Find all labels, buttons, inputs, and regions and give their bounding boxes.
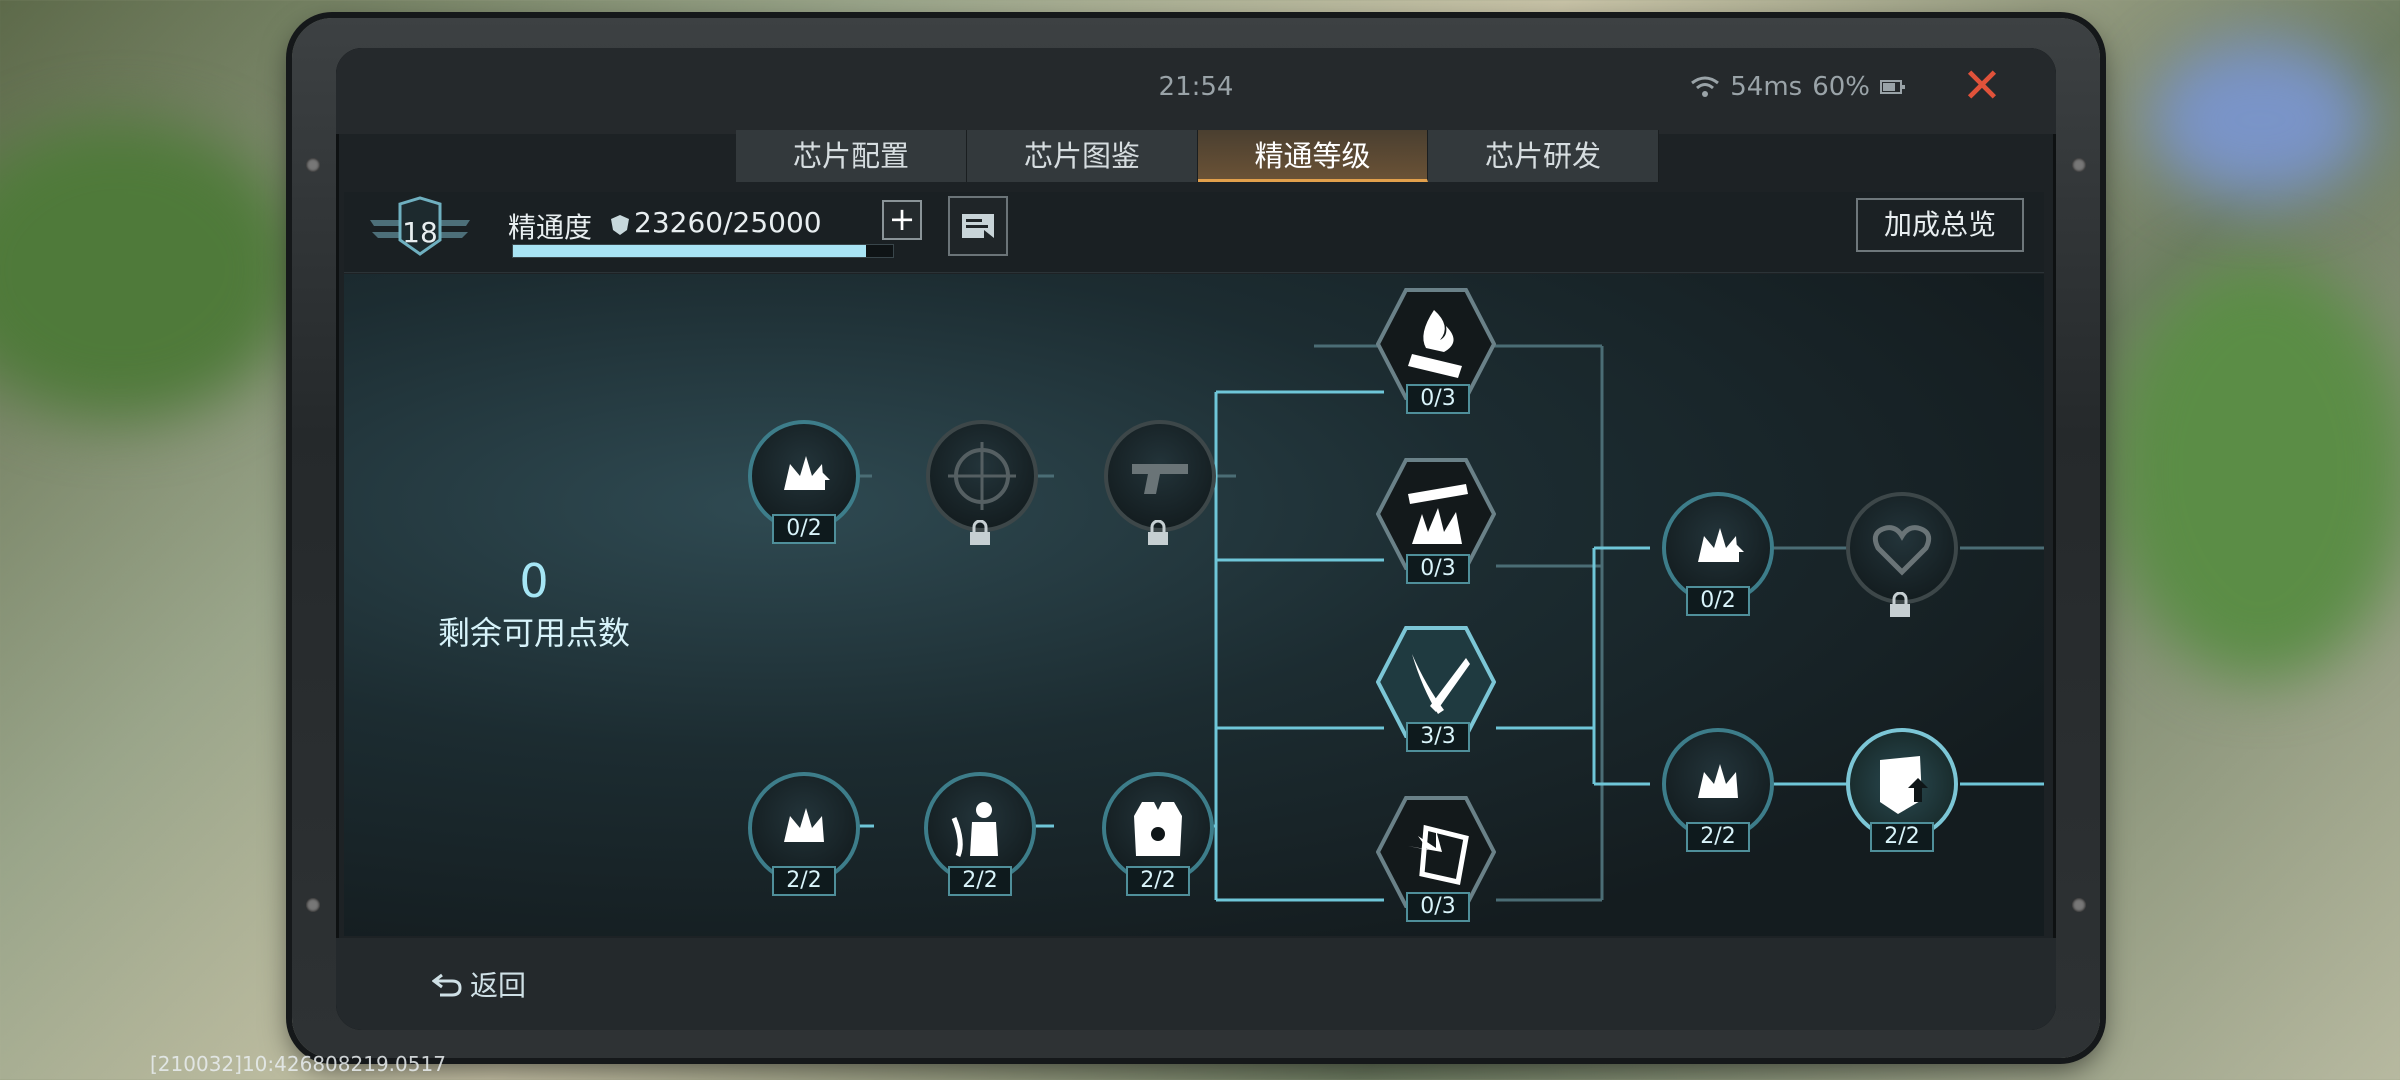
- remaining-points-label: 剩余可用点数: [437, 614, 630, 652]
- game-screen: 21:54 54ms 60% ✕ 芯片配置 芯片图鉴 精通等级 芯片研发 18 …: [336, 48, 2056, 1030]
- node-count: 0/2: [1686, 586, 1750, 616]
- mastery-label: 精通度: [508, 211, 593, 244]
- node-fire-magazine[interactable]: 0/3: [1376, 284, 1496, 414]
- bottom-bar: 返回: [336, 938, 2056, 1030]
- lock-icon: [1890, 592, 1910, 617]
- node-count: 2/2: [948, 866, 1012, 896]
- node-heart[interactable]: [1840, 486, 1960, 617]
- mastery-tree: 0 剩余可用点数 0/2 0/3 0/3 3/3 0/3 0/2 2/2 2/2…: [344, 274, 2044, 936]
- node-count: 2/2: [1686, 822, 1750, 852]
- node-grass-blast[interactable]: 0/3: [1376, 454, 1496, 584]
- mastery-progress-fill: [513, 245, 867, 257]
- ping-text: 54ms: [1730, 72, 1803, 102]
- node-count: 2/2: [1126, 866, 1190, 896]
- node-count: 0/3: [1406, 384, 1470, 414]
- back-button[interactable]: 返回: [432, 964, 526, 1004]
- node-pistol[interactable]: [1098, 414, 1218, 545]
- node-shield-burst[interactable]: 0/3: [1376, 792, 1496, 922]
- tab-chip-research[interactable]: 芯片研发: [1428, 130, 1659, 182]
- background-sky: [2150, 40, 2370, 200]
- close-button[interactable]: ✕: [1958, 62, 2006, 112]
- tab-chip-config[interactable]: 芯片配置: [736, 130, 967, 182]
- level-badge: 18: [370, 196, 470, 258]
- node-shield-up[interactable]: 2/2: [742, 766, 862, 896]
- node-count: 0/3: [1406, 892, 1470, 922]
- add-mastery-button[interactable]: +: [882, 200, 922, 240]
- node-burst-shield-2[interactable]: 2/2: [1656, 722, 1776, 852]
- tab-chip-catalog[interactable]: 芯片图鉴: [967, 130, 1198, 182]
- lock-icon: [1148, 520, 1168, 545]
- node-crosshair[interactable]: [920, 414, 1040, 545]
- background-foliage-right: [2110, 260, 2400, 680]
- tab-mastery-level[interactable]: 精通等级: [1198, 130, 1428, 182]
- back-label: 返回: [470, 969, 527, 1002]
- node-shield-upgrade[interactable]: 2/2: [1840, 722, 1960, 852]
- remaining-points: 0 剩余可用点数: [384, 554, 684, 654]
- node-count: 0/3: [1406, 554, 1470, 584]
- node-damage-up-2[interactable]: 0/2: [1656, 486, 1776, 616]
- lock-icon: [970, 520, 990, 545]
- tab-bar: 芯片配置 芯片图鉴 精通等级 芯片研发: [736, 130, 1659, 182]
- shield-small-icon: [611, 215, 629, 235]
- node-count: 3/3: [1406, 722, 1470, 752]
- wifi-icon: [1691, 76, 1720, 97]
- pistol-icon: [1132, 464, 1188, 494]
- debug-overlay: [210032]10:426808219.0517: [150, 1052, 446, 1076]
- mastery-detail-button[interactable]: [948, 196, 1008, 256]
- bonus-summary-button[interactable]: 加成总览: [1856, 198, 2024, 252]
- heart-icon: [1872, 525, 1932, 576]
- document-icon: [962, 214, 994, 238]
- node-count: 0/2: [772, 514, 836, 544]
- battery-icon: [1880, 80, 1905, 94]
- node-count: 2/2: [1870, 822, 1934, 852]
- background-foliage: [0, 120, 300, 420]
- remaining-points-value: 0: [519, 554, 549, 608]
- mastery-value: 23260/25000: [634, 206, 822, 239]
- node-damage-up[interactable]: 0/2: [742, 414, 862, 544]
- mastery-info-bar: 18 精通度 23260/25000 + 加成总览: [344, 192, 2044, 273]
- node-count: 2/2: [772, 866, 836, 896]
- crosshair-icon: [948, 442, 1016, 510]
- battery-text: 60%: [1812, 72, 1870, 102]
- node-dual-blade[interactable]: 3/3: [1376, 622, 1496, 752]
- mastery-progress-bar: [512, 244, 894, 258]
- back-arrow-icon: [432, 973, 462, 997]
- node-target-dummy[interactable]: 2/2: [918, 766, 1038, 896]
- node-armor-vest[interactable]: 2/2: [1096, 766, 1216, 896]
- level-number: 18: [402, 216, 438, 249]
- top-bar: 21:54 54ms 60% ✕: [336, 48, 2056, 134]
- status-area: 54ms 60%: [1690, 72, 1906, 102]
